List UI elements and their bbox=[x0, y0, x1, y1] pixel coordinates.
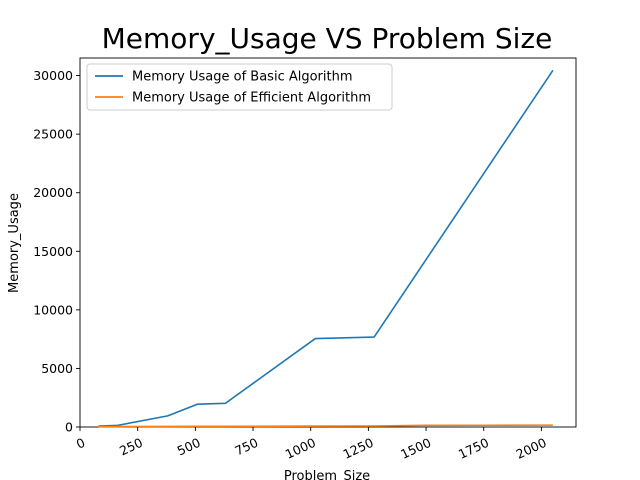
legend-label-2: Memory Usage of Efficient Algorithm bbox=[132, 91, 371, 106]
x-axis-label: Problem_Size bbox=[284, 469, 370, 480]
y-tick-label: 20000 bbox=[33, 185, 73, 200]
x-tick-label: 1250 bbox=[341, 435, 376, 462]
line-chart: Memory_Usage VS Problem Size 0 250 500 750 1… bbox=[7, 22, 577, 480]
y-axis: 0 5000 10000 15000 20000 25000 30000 bbox=[33, 68, 80, 435]
y-tick-label: 0 bbox=[65, 420, 73, 435]
x-tick-label: 0 bbox=[74, 435, 88, 452]
y-tick-label: 25000 bbox=[33, 127, 73, 142]
legend: Memory Usage of Basic Algorithm Memory Us… bbox=[86, 63, 393, 111]
y-tick-label: 30000 bbox=[33, 68, 73, 83]
plot-frame bbox=[79, 57, 577, 428]
x-tick-label: 750 bbox=[232, 435, 260, 459]
y-tick-label: 15000 bbox=[33, 244, 73, 259]
legend-label-1: Memory Usage of Basic Algorithm bbox=[132, 70, 353, 85]
x-tick-label: 1000 bbox=[283, 435, 318, 462]
x-tick-label: 500 bbox=[175, 435, 203, 459]
y-tick-label: 10000 bbox=[33, 302, 73, 317]
x-tick-label: 2000 bbox=[514, 435, 549, 462]
y-tick-label: 5000 bbox=[41, 361, 73, 376]
x-tick-label: 250 bbox=[117, 435, 145, 459]
plot-area bbox=[79, 57, 577, 428]
y-axis-label: Memory_Usage bbox=[7, 193, 22, 293]
x-axis: 0 250 500 750 1000 1250 1500 1750 2000 bbox=[74, 427, 549, 462]
x-tick-label: 1500 bbox=[398, 435, 433, 462]
chart-title: Memory_Usage VS Problem Size bbox=[102, 22, 553, 55]
x-tick-label: 1750 bbox=[456, 435, 491, 462]
